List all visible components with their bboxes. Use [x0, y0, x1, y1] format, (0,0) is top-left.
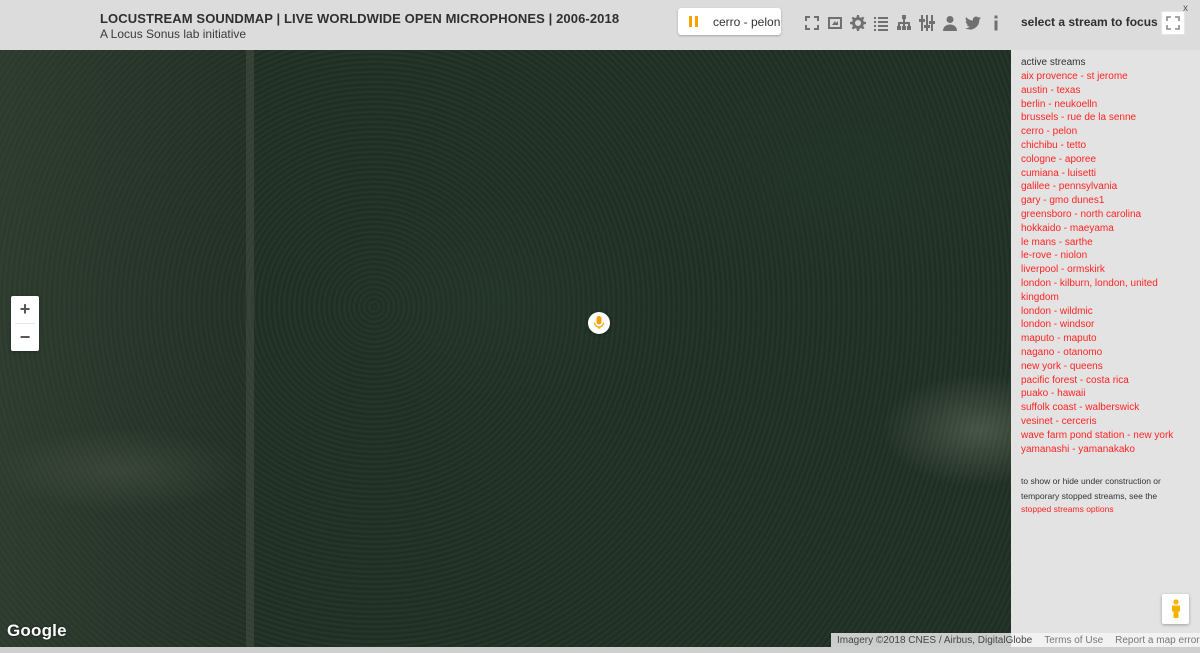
stream-item[interactable]: pacific forest - costa rica	[1021, 374, 1191, 388]
now-playing-button[interactable]: cerro - pelon	[678, 8, 781, 35]
stream-marker[interactable]	[588, 312, 610, 334]
page-title: LOCUSTREAM SOUNDMAP | LIVE WORLDWIDE OPE…	[100, 11, 620, 26]
stream-item[interactable]: yamanashi - yamanakako	[1021, 443, 1191, 457]
stream-item[interactable]: london - kilburn, london, united kingdom	[1021, 277, 1191, 305]
stream-item[interactable]: gary - gmo dunes1	[1021, 194, 1191, 208]
imagery-credit: Imagery ©2018 CNES / Airbus, DigitalGlob…	[837, 634, 1033, 646]
sidebar: active streams aix provence - st jerome a…	[1011, 50, 1200, 647]
stream-item[interactable]: le-rove - niolon	[1021, 249, 1191, 263]
google-logo: Google	[7, 621, 67, 640]
stream-item[interactable]: galilee - pennsylvania	[1021, 180, 1191, 194]
focus-stream-label: select a stream to focus on	[1021, 15, 1176, 29]
stream-item[interactable]: brussels - rue de la senne	[1021, 111, 1191, 125]
stream-item[interactable]: greensboro - north carolina	[1021, 208, 1191, 222]
zoom-in-button[interactable]: +	[11, 296, 39, 323]
report-map-error-link[interactable]: Report a map error	[1109, 635, 1200, 646]
active-streams-heading: active streams	[1021, 57, 1086, 68]
stream-item[interactable]: chichibu - tetto	[1021, 139, 1191, 153]
stream-item[interactable]: london - windsor	[1021, 318, 1191, 332]
map-terrain-line	[246, 50, 254, 647]
stream-item[interactable]: le mans - sarthe	[1021, 236, 1191, 250]
stream-item[interactable]: liverpool - ormskirk	[1021, 263, 1191, 277]
toolbar	[803, 13, 1005, 33]
user-icon[interactable]	[941, 14, 959, 32]
terms-of-use-link[interactable]: Terms of Use	[1038, 635, 1109, 646]
microphone-icon	[593, 316, 605, 329]
focus-fullscreen-button[interactable]	[1161, 11, 1185, 35]
mixer-icon[interactable]	[918, 14, 936, 32]
gear-icon[interactable]	[849, 14, 867, 32]
stopped-streams-note: to show or hide under construction or te…	[1021, 476, 1161, 501]
map-attribution: Imagery ©2018 CNES / Airbus, DigitalGlob…	[831, 633, 1200, 647]
stream-item[interactable]: wave farm pond station - new york	[1021, 429, 1191, 443]
window-bottom-edge	[0, 647, 1200, 653]
info-icon[interactable]	[987, 14, 1005, 32]
expand-icon	[1166, 16, 1180, 30]
stream-item[interactable]: cumiana - luisetti	[1021, 167, 1191, 181]
stream-item[interactable]: new york - queens	[1021, 360, 1191, 374]
stream-item[interactable]: berlin - neukoelln	[1021, 98, 1191, 112]
stream-item[interactable]: maputo - maputo	[1021, 332, 1191, 346]
now-playing-label: cerro - pelon	[713, 14, 781, 29]
stream-item[interactable]: puako - hawaii	[1021, 387, 1191, 401]
stream-list: aix provence - st jerome austin - texas be…	[1021, 70, 1191, 456]
header: LOCUSTREAM SOUNDMAP | LIVE WORLDWIDE OPE…	[0, 0, 1200, 50]
stream-item[interactable]: aix provence - st jerome	[1021, 70, 1191, 84]
page-subtitle: A Locus Sonus lab initiative	[100, 27, 247, 41]
twitter-icon[interactable]	[964, 14, 982, 32]
close-icon[interactable]: x	[1183, 3, 1188, 14]
stream-item[interactable]: vesinet - cerceris	[1021, 415, 1191, 429]
stream-item[interactable]: cologne - aporee	[1021, 153, 1191, 167]
sitemap-icon[interactable]	[895, 14, 913, 32]
stream-item[interactable]: suffolk coast - walberswick	[1021, 401, 1191, 415]
fullscreen-icon[interactable]	[803, 14, 821, 32]
tour-icon[interactable]	[826, 14, 844, 32]
stream-item[interactable]: nagano - otanomo	[1021, 346, 1191, 360]
stream-item[interactable]: austin - texas	[1021, 84, 1191, 98]
stream-item[interactable]: london - wildmic	[1021, 305, 1191, 319]
pause-icon	[689, 15, 701, 28]
zoom-out-button[interactable]: −	[11, 324, 39, 351]
pegman-icon	[1171, 599, 1180, 618]
street-view-pegman[interactable]	[1162, 594, 1189, 624]
stopped-streams-options-link[interactable]: stopped streams options	[1021, 504, 1114, 514]
list-icon[interactable]	[872, 14, 890, 32]
zoom-control: + −	[11, 296, 39, 351]
map-view[interactable]: + − Google	[0, 50, 1011, 647]
stream-item[interactable]: hokkaido - maeyama	[1021, 222, 1191, 236]
stream-item[interactable]: cerro - pelon	[1021, 125, 1191, 139]
